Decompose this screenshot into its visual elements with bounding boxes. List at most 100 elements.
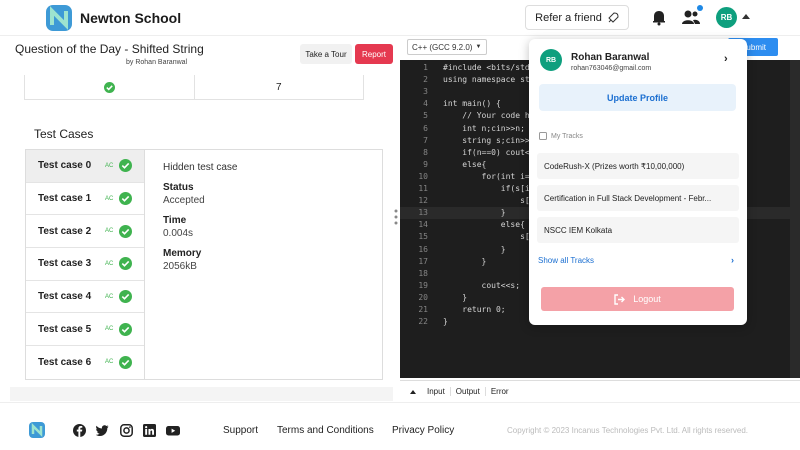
logout-label: Logout — [633, 294, 661, 304]
left-scroll-area — [10, 387, 393, 401]
line-number: 5 — [423, 111, 428, 121]
logout-button[interactable]: Logout — [541, 287, 734, 311]
show-all-tracks-link[interactable]: Show all Tracks — [538, 256, 594, 265]
code-text: } — [443, 256, 487, 266]
line-number: 8 — [423, 147, 428, 157]
line-number: 21 — [418, 305, 428, 314]
rocket-icon — [608, 11, 619, 23]
test-case-item[interactable]: Test case 0 AC — [26, 150, 144, 183]
code-text: else{ — [443, 220, 525, 230]
code-text: if(s[i — [443, 184, 530, 193]
check-icon — [119, 224, 132, 238]
code-text: cout<<s; — [443, 280, 521, 290]
hidden-test-case-text: Hidden test case — [163, 162, 238, 173]
youtube-icon[interactable] — [166, 424, 180, 437]
code-text: s[ — [443, 196, 530, 206]
test-case-item[interactable]: Test case 6 AC — [26, 346, 144, 379]
report-button[interactable]: Report — [355, 44, 393, 64]
test-case-label: Test case 2 — [38, 225, 92, 237]
logo-icon[interactable] — [46, 5, 72, 31]
logo-icon[interactable] — [29, 422, 45, 438]
caret-up-icon[interactable] — [742, 14, 750, 19]
check-icon — [119, 290, 132, 304]
brand-name[interactable]: Newton School — [80, 10, 181, 26]
ac-badge: AC — [105, 195, 114, 202]
code-text: } — [443, 208, 506, 218]
profile-name[interactable]: Rohan Baranwal — [571, 52, 649, 63]
test-case-label: Test case 6 — [38, 356, 92, 368]
expand-console-icon[interactable] — [410, 389, 416, 394]
instagram-icon[interactable] — [120, 424, 133, 437]
test-case-item[interactable]: Test case 3 AC — [26, 248, 144, 281]
line-number: 9 — [423, 159, 428, 169]
code-text: #include <bits/std — [443, 63, 530, 72]
terms-link[interactable]: Terms and Conditions — [277, 425, 374, 436]
chevron-right-icon[interactable]: › — [724, 53, 728, 65]
console-bar: Input Output Error — [400, 380, 800, 402]
track-item[interactable]: Certification in Full Stack Development … — [537, 185, 739, 211]
track-item[interactable]: NSCC IEM Kolkata — [537, 217, 739, 243]
profile-email: rohan763046@gmail.com — [571, 65, 652, 72]
check-icon — [119, 355, 132, 369]
bell-icon[interactable] — [650, 8, 668, 26]
logout-icon — [614, 293, 626, 305]
avatar[interactable]: RB — [716, 7, 737, 28]
resize-handle-icon[interactable] — [394, 209, 398, 225]
ac-badge: AC — [105, 228, 114, 235]
my-tracks-label: My Tracks — [539, 132, 583, 140]
tab-error[interactable]: Error — [486, 387, 514, 396]
take-tour-button[interactable]: Take a Tour — [300, 44, 352, 64]
facebook-icon[interactable] — [73, 424, 86, 437]
status-value: Accepted — [163, 195, 205, 206]
line-number: 19 — [418, 280, 428, 290]
test-case-item[interactable]: Test case 4 AC — [26, 281, 144, 314]
refer-friend-button[interactable]: Refer a friend — [525, 5, 629, 30]
chevron-down-icon: ▼ — [475, 44, 482, 50]
tab-output[interactable]: Output — [451, 387, 486, 396]
question-title: Question of the Day - Shifted String — [15, 42, 204, 56]
privacy-link[interactable]: Privacy Policy — [392, 425, 454, 436]
test-case-label: Test case 3 — [38, 258, 92, 270]
test-case-item[interactable]: Test case 1 AC — [26, 183, 144, 216]
twitter-icon[interactable] — [96, 424, 109, 437]
line-number: 20 — [418, 292, 428, 302]
refer-label: Refer a friend — [535, 11, 602, 24]
ac-badge: AC — [105, 359, 114, 366]
code-text: int main() { — [443, 99, 501, 109]
update-profile-button[interactable]: Update Profile — [539, 84, 736, 111]
code-text: // Your code h — [443, 111, 530, 121]
ac-badge: AC — [105, 162, 114, 169]
linkedin-icon[interactable] — [143, 424, 156, 437]
support-link[interactable]: Support — [223, 425, 258, 436]
line-number: 14 — [418, 220, 428, 230]
test-case-item[interactable]: Test case 2 AC — [26, 215, 144, 249]
ac-badge: AC — [105, 326, 114, 333]
check-icon — [119, 192, 132, 206]
time-value: 0.004s — [163, 228, 194, 239]
line-number: 10 — [418, 171, 428, 181]
question-author: by Rohan Baranwal — [126, 59, 188, 66]
test-case-item[interactable]: Test case 5 AC — [26, 313, 144, 347]
time-label: Time — [163, 215, 187, 226]
code-text: string s;cin>> — [443, 135, 530, 145]
tab-input[interactable]: Input — [422, 387, 451, 396]
my-tracks-text: My Tracks — [551, 132, 583, 140]
line-number: 16 — [418, 244, 428, 254]
top-header: Newton School Refer a friend RB — [0, 0, 800, 36]
track-item[interactable]: CodeRush-X (Prizes worth ₹10,00,000) — [537, 153, 739, 179]
test-case-label: Test case 0 — [38, 160, 92, 172]
test-case-label: Test case 1 — [38, 193, 92, 205]
chevron-right-icon[interactable]: › — [731, 255, 734, 265]
copyright-text: Copyright © 2023 Incanus Technologies Pv… — [507, 426, 748, 435]
test-case-label: Test case 4 — [38, 291, 92, 303]
language-value: C++ (GCC 9.2.0) — [412, 42, 473, 52]
language-select[interactable]: C++ (GCC 9.2.0) ▼ — [407, 39, 487, 55]
code-text: } — [443, 244, 506, 254]
summary-row: 7 — [24, 75, 364, 100]
line-number: 17 — [418, 256, 428, 266]
editor-scrollbar[interactable] — [790, 60, 800, 378]
code-text: using namespace st — [443, 75, 530, 85]
notification-dot — [697, 5, 703, 11]
status-label: Status — [163, 182, 194, 193]
code-text: if(n==0) cout< — [443, 147, 530, 157]
